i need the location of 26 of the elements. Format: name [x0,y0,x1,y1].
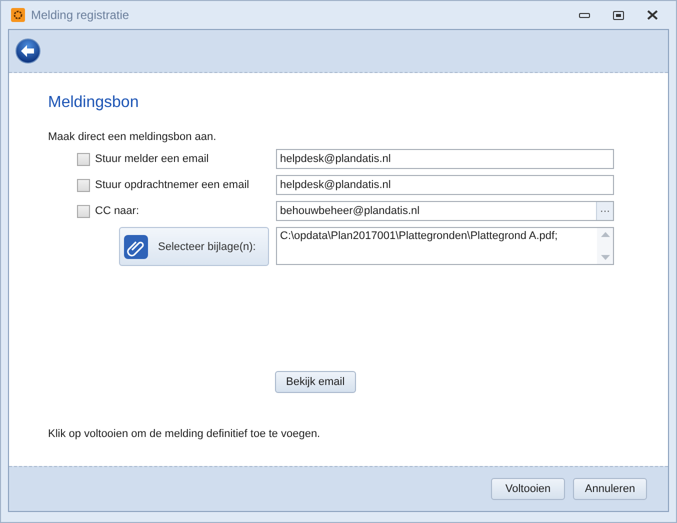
maximize-icon[interactable] [612,10,624,20]
email-field[interactable]: helpdesk@plandatis.nl [276,149,614,169]
minimize-icon[interactable] [578,12,590,18]
section-heading: Meldingsbon [48,94,140,112]
checkbox[interactable] [77,204,90,218]
scroll-up-icon[interactable] [600,232,610,237]
checkbox-label: Stuur opdrachtnemer een email [95,179,250,191]
scroll-down-icon[interactable] [600,255,610,260]
checkbox-label: CC naar: [95,205,140,217]
paperclip-icon [124,234,148,258]
dialog-button[interactable]: Voltooien [491,478,565,500]
browse-button[interactable]: ··· [596,202,613,220]
intro-text: Maak direct een meldingsbon aan. [48,131,218,143]
window-title: Melding registratie [31,8,130,22]
checkbox[interactable] [77,152,90,166]
dialog-button[interactable]: Annuleren [573,478,647,500]
checkbox-label: Stuur melder een email [95,153,209,165]
close-icon[interactable] [646,10,658,20]
checkbox[interactable] [77,178,90,192]
app-icon [11,8,25,22]
attachment-field[interactable]: C:\opdata\Plan2017001\Plattegronden\Plattegrond A.pdf; [276,227,614,265]
footer-note: Klik op voltooien om de melding definitief toe te voegen. [48,428,322,440]
select-attachment-button[interactable]: Selecteer bijlage(n): [119,227,269,266]
email-field[interactable]: helpdesk@plandatis.nl [276,175,614,195]
email-field[interactable]: behouwbeheer@plandatis.nl ··· [276,201,614,221]
preview-email-button[interactable]: Bekijk email [275,371,356,393]
